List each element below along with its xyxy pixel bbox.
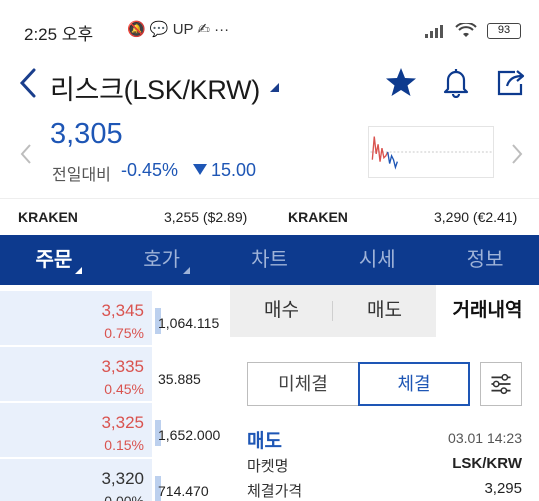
- tab-corner-icon: [75, 267, 82, 274]
- orderbook-price: 3,325: [101, 413, 144, 432]
- order-subtabs: 매수 매도 거래내역: [230, 285, 539, 337]
- tab-order[interactable]: 주문: [0, 235, 108, 285]
- tab-orderbook[interactable]: 호가: [108, 235, 216, 285]
- order-panel: 매수 매도 거래내역 미체결 체결 매도 03.01 14:23 마켓명 LSK…: [230, 285, 539, 501]
- market-label: 마켓명: [247, 458, 289, 475]
- orderbook-row[interactable]: 3,320 0.00% 714.470: [0, 459, 230, 501]
- bell-icon[interactable]: [440, 66, 472, 98]
- share-icon[interactable]: [495, 66, 527, 98]
- subtab-history[interactable]: 거래내역: [436, 285, 539, 337]
- current-price: 3,305: [50, 118, 123, 150]
- orderbook-volume: 714.470: [158, 483, 209, 499]
- coin-header: 리스크(LSK/KRW): [0, 58, 539, 110]
- orderbook-price: 3,345: [101, 301, 144, 320]
- unfilled-button[interactable]: 미체결: [247, 362, 359, 406]
- orderbook-row[interactable]: 3,325 0.15% 1,652.000: [0, 403, 230, 457]
- exec-price-value: 3,295: [484, 480, 522, 497]
- status-right: 93: [424, 21, 521, 40]
- tab-info[interactable]: 정보: [431, 235, 539, 285]
- subtab-sell-label: 매도: [367, 300, 402, 321]
- orderbook-volume-cell: 1,064.115: [155, 291, 230, 345]
- tab-order-label: 주문: [35, 249, 73, 271]
- filled-button[interactable]: 체결: [358, 362, 470, 406]
- coin-title[interactable]: 리스크(LSK/KRW): [50, 68, 260, 107]
- orderbook-percent: 0.00%: [104, 493, 144, 501]
- orderbook-row[interactable]: 3,345 0.75% 1,064.115: [0, 291, 230, 345]
- diff-label: 전일대비: [52, 167, 111, 184]
- signal-icon: [425, 24, 444, 38]
- orderbook-volume-cell: 35.885: [155, 347, 230, 401]
- orderbook: 3,345 0.75% 1,064.115 3,335 0.45% 35.885…: [0, 291, 230, 501]
- status-bar: 2:25 오후 🔕 💬 UP ✍ ··· 93: [0, 0, 539, 58]
- chevron-right-icon[interactable]: [509, 142, 525, 166]
- orderbook-volume-cell: 1,652.000: [155, 403, 230, 457]
- orderbook-price-cell: 3,335 0.45%: [0, 347, 152, 401]
- exec-price-label: 체결가격: [247, 483, 303, 500]
- main-tabs: 주문 호가 차트 시세 정보: [0, 235, 539, 285]
- orderbook-percent: 0.75%: [104, 325, 144, 341]
- orderbook-volume: 35.885: [158, 371, 201, 387]
- tab-chart[interactable]: 차트: [216, 235, 324, 285]
- tab-market-price-label: 시세: [358, 249, 396, 271]
- orderbook-volume: 1,652.000: [158, 427, 221, 443]
- wifi-icon: [454, 21, 477, 37]
- exchange-name: KRAKEN: [18, 209, 78, 225]
- orderbook-price: 3,320: [101, 469, 144, 488]
- diff-absolute-value: 15.00: [211, 160, 257, 180]
- tab-corner-icon: [182, 267, 190, 274]
- subtab-buy[interactable]: 매수: [230, 285, 333, 337]
- orderbook-price: 3,335: [101, 357, 144, 376]
- orderbook-volume-cell: 714.470: [155, 459, 230, 501]
- orderbook-price-cell: 3,345 0.75%: [0, 291, 152, 345]
- tab-orderbook-label: 호가: [143, 249, 181, 271]
- orderbook-price-cell: 3,320 0.00%: [0, 459, 152, 501]
- diff-percent: -0.45%: [121, 160, 179, 180]
- orderbook-percent: 0.15%: [104, 437, 144, 453]
- title-dropdown-icon[interactable]: [270, 83, 279, 92]
- market-value: LSK/KRW: [452, 455, 522, 472]
- favorite-star-icon[interactable]: [385, 66, 417, 98]
- trade-time: 03.01 14:23: [448, 430, 522, 446]
- back-arrow-icon[interactable]: [14, 66, 42, 100]
- tab-market-price[interactable]: 시세: [323, 235, 431, 285]
- exchange-price: 3,255 ($2.89): [164, 209, 248, 225]
- filter-sliders-icon[interactable]: [480, 362, 522, 406]
- orderbook-row[interactable]: 3,335 0.45% 35.885: [0, 347, 230, 401]
- orderbook-volume: 1,064.115: [158, 315, 220, 331]
- mini-price-chart[interactable]: [368, 126, 494, 178]
- subtab-history-label: 거래내역: [452, 300, 523, 321]
- orderbook-price-cell: 3,325 0.15%: [0, 403, 152, 457]
- exchange-prices: KRAKEN 3,255 ($2.89) KRAKEN 3,290 (€2.41…: [0, 198, 539, 234]
- status-time: 2:25 오후: [24, 25, 94, 44]
- diff-absolute: 15.00: [193, 160, 256, 181]
- tab-chart-label: 차트: [251, 249, 288, 271]
- orderbook-percent: 0.45%: [104, 381, 144, 397]
- subtab-buy-label: 매수: [264, 300, 299, 321]
- status-icons: 🔕 💬 UP ✍ ···: [127, 21, 230, 38]
- trade-type: 매도: [247, 431, 282, 452]
- down-triangle-icon: [193, 164, 207, 175]
- battery-icon: 93: [487, 22, 521, 39]
- chevron-left-icon[interactable]: [18, 142, 34, 166]
- exchange-name: KRAKEN: [288, 209, 348, 225]
- subtab-sell[interactable]: 매도: [333, 285, 436, 337]
- price-summary: 3,305 전일대비 -0.45% 15.00: [0, 112, 539, 198]
- exchange-price: 3,290 (€2.41): [434, 209, 518, 225]
- tab-info-label: 정보: [466, 249, 504, 271]
